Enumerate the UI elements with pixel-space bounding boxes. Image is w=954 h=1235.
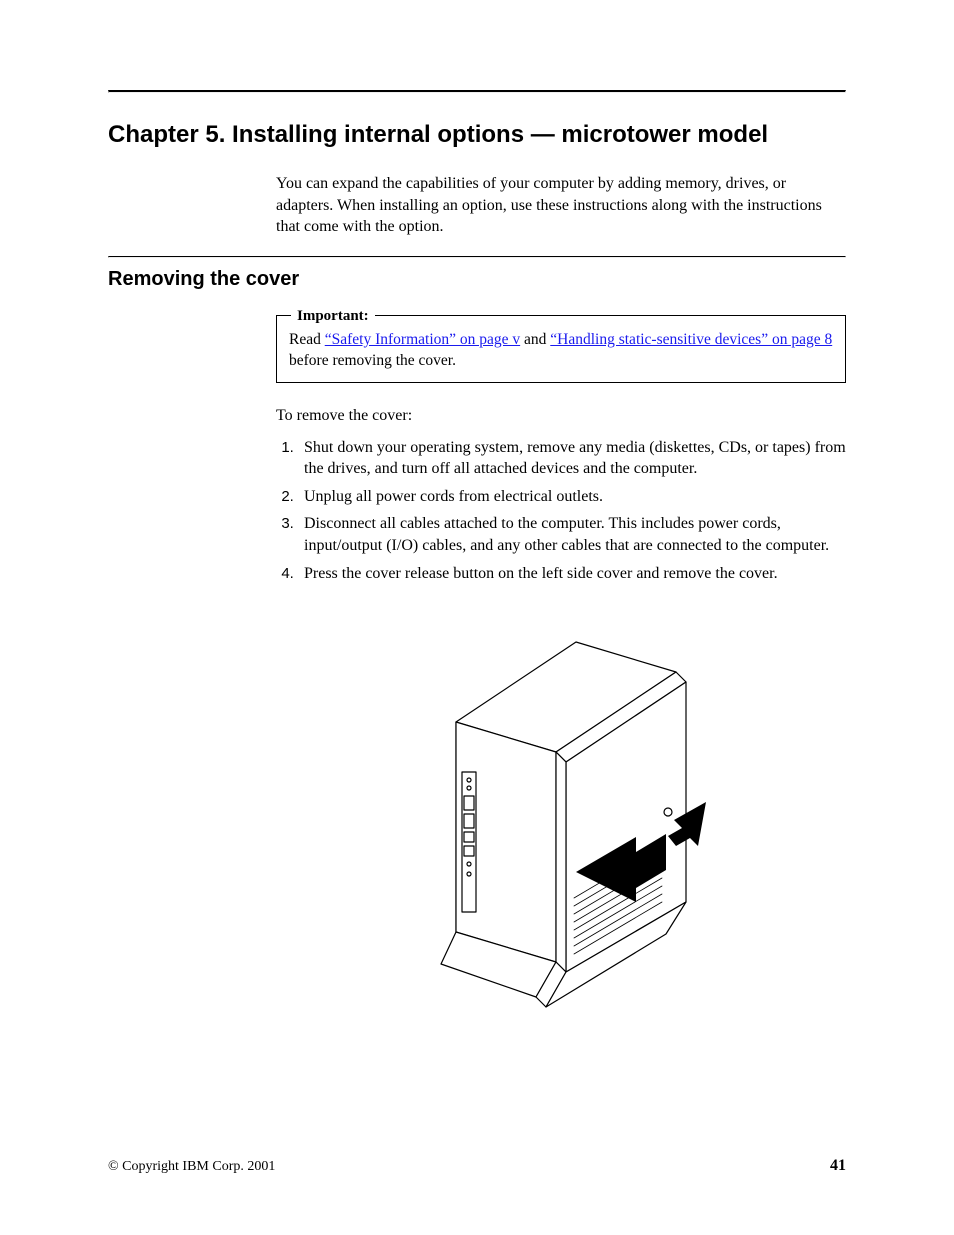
chapter-title: Chapter 5. Installing internal options —… xyxy=(108,121,846,149)
step-item: Shut down your operating system, remove … xyxy=(298,437,846,480)
step-item: Disconnect all cables attached to the co… xyxy=(298,513,846,556)
note-text-mid: and xyxy=(520,331,550,348)
static-devices-link[interactable]: “Handling static-sensitive devices” on p… xyxy=(550,331,832,348)
section-rule xyxy=(108,256,846,258)
important-note: Important: Read “Safety Information” on … xyxy=(276,315,846,383)
copyright-text: © Copyright IBM Corp. 2001 xyxy=(108,1159,275,1175)
intro-block: You can expand the capabilities of your … xyxy=(276,173,846,238)
note-label: Important: xyxy=(291,306,375,326)
microtower-illustration-icon xyxy=(406,602,716,1022)
top-rule xyxy=(108,90,846,93)
note-body: Read “Safety Information” on page v and … xyxy=(289,330,833,372)
steps-list: Shut down your operating system, remove … xyxy=(276,437,846,585)
step-item: Unplug all power cords from electrical o… xyxy=(298,486,846,508)
step-item: Press the cover release button on the le… xyxy=(298,563,846,585)
cover-removal-figure xyxy=(276,602,846,1022)
page-number: 41 xyxy=(830,1157,846,1175)
intro-paragraph: You can expand the capabilities of your … xyxy=(276,173,846,238)
note-text-post: before removing the cover. xyxy=(289,352,456,369)
section-body: Important: Read “Safety Information” on … xyxy=(276,315,846,1022)
page: Chapter 5. Installing internal options —… xyxy=(0,0,954,1235)
note-text-pre: Read xyxy=(289,331,325,348)
safety-info-link[interactable]: “Safety Information” on page v xyxy=(325,331,520,348)
steps-lead: To remove the cover: xyxy=(276,407,846,425)
page-footer: © Copyright IBM Corp. 2001 41 xyxy=(108,1157,846,1175)
section-title: Removing the cover xyxy=(108,268,846,291)
